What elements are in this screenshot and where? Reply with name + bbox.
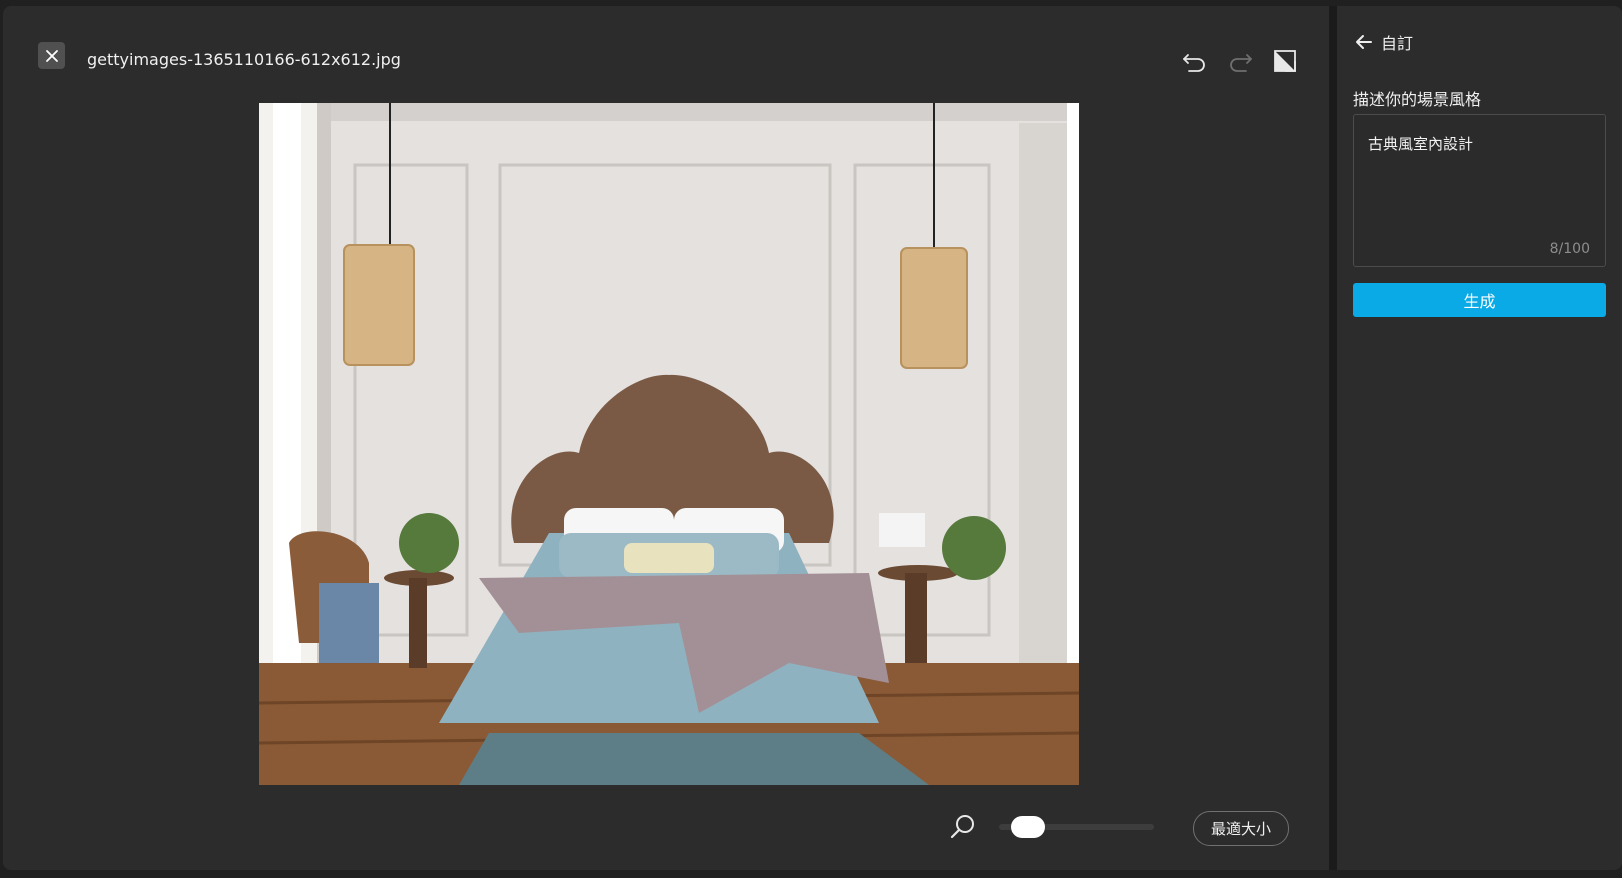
panel-divider[interactable] [1329,6,1337,870]
zoom-slider[interactable] [999,816,1154,838]
redo-button[interactable] [1226,47,1254,75]
file-name: gettyimages-1365110166-612x612.jpg [87,50,401,69]
close-button[interactable] [38,42,65,69]
compare-button[interactable] [1271,47,1299,75]
redo-icon [1230,54,1252,72]
close-icon [45,49,58,62]
prompt-value[interactable]: 古典風室內設計 [1368,133,1473,154]
zoom-slider-thumb[interactable] [1011,816,1046,838]
bedroom-photo [259,103,1079,785]
app-window: gettyimages-1365110166-612x612.jpg 最適大小 … [0,0,1622,878]
search-icon [950,815,974,839]
undo-icon [1183,54,1205,72]
zoom-button[interactable] [950,814,976,840]
image-canvas[interactable] [259,103,1079,785]
image-editor: gettyimages-1365110166-612x612.jpg 最適大小 [3,6,1329,870]
back-label: 自訂 [1381,34,1414,53]
generate-button[interactable]: 生成 [1353,283,1606,317]
customize-panel: 自訂 描述你的場景風格 古典風室內設計 8/100 生成 [1337,6,1622,870]
arrow-left-icon [1356,35,1372,49]
undo-button[interactable] [1181,47,1209,75]
prompt-input[interactable]: 古典風室內設計 8/100 [1353,114,1606,267]
fit-size-button[interactable]: 最適大小 [1193,811,1289,846]
back-button[interactable]: 自訂 [1355,30,1413,54]
character-count: 8/100 [1549,241,1590,257]
prompt-label: 描述你的場景風格 [1353,90,1482,109]
compare-icon [1274,50,1296,72]
